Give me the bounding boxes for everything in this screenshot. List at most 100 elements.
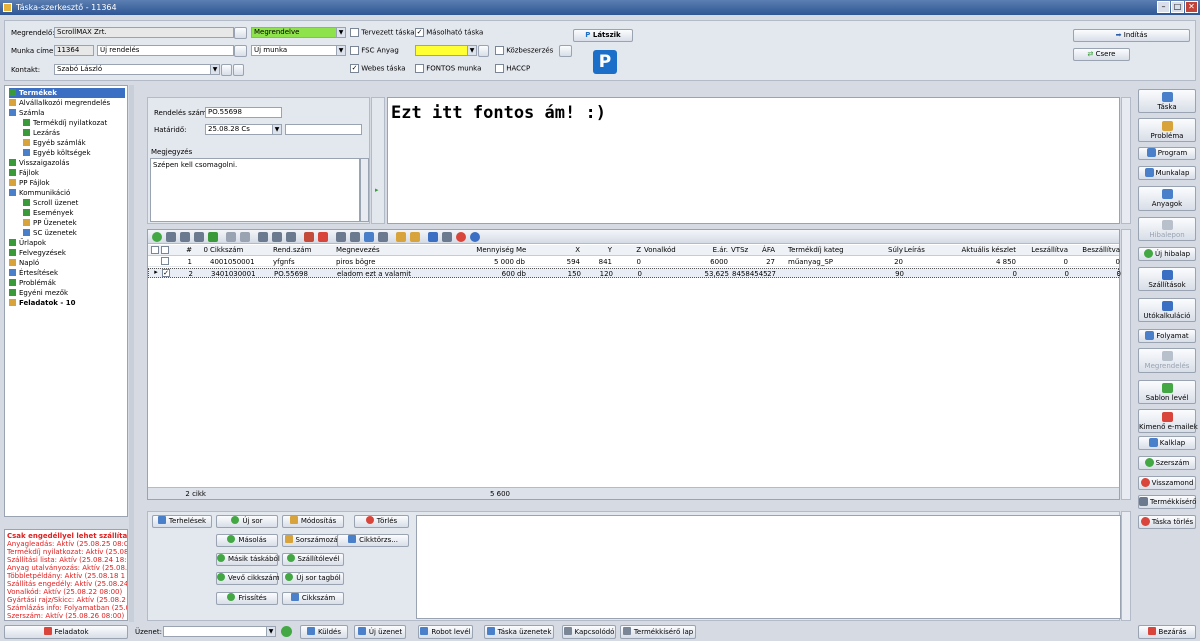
close-button[interactable]: ✕ xyxy=(1185,1,1198,13)
uj-hibalap-button[interactable]: Új hibalap xyxy=(1138,247,1196,261)
undo-icon[interactable] xyxy=(428,232,438,242)
maximize-button[interactable]: □ xyxy=(1171,1,1184,13)
tree-item-alvallalkozoi-megrendeles[interactable]: Alvállalkozói megrendelés xyxy=(9,98,110,108)
grid-scrollbar[interactable] xyxy=(1121,229,1131,500)
row-checkbox[interactable] xyxy=(161,257,169,265)
uj-uzenet-button[interactable]: Új üzenet xyxy=(354,625,406,639)
frissites-button[interactable]: Frissítés xyxy=(216,592,278,605)
tree-item-ertesitesek[interactable]: Értesítések xyxy=(9,268,58,278)
taska-torles-button[interactable]: Táska törlés xyxy=(1138,515,1196,529)
szallitasok-button[interactable]: Szállítások xyxy=(1138,267,1196,291)
fsc-add-icon[interactable] xyxy=(478,45,489,57)
add-contact-icon[interactable] xyxy=(221,64,232,76)
megrendeles-button[interactable]: Megrendelés xyxy=(1138,348,1196,373)
row-checkbox[interactable]: ✓ xyxy=(162,269,170,277)
kimeno-e-mailek-button[interactable]: Kimenő e-mailek xyxy=(1138,409,1198,433)
edit-contact-icon[interactable] xyxy=(233,64,244,76)
add-message-icon[interactable] xyxy=(281,626,292,637)
vertical-splitter[interactable] xyxy=(129,85,134,622)
szerszam-button[interactable]: Szerszám xyxy=(1138,456,1196,470)
add-row-icon[interactable] xyxy=(152,232,162,242)
column-header[interactable]: Leírás xyxy=(904,245,925,255)
filter-icon[interactable] xyxy=(336,232,346,242)
grid-icon[interactable] xyxy=(258,232,268,242)
termekkisero-button[interactable]: Termékkísérő xyxy=(1138,495,1196,509)
column-header[interactable]: Beszállítva xyxy=(1070,245,1120,255)
tree-item-problemak[interactable]: Problémák xyxy=(9,278,56,288)
open-icon[interactable] xyxy=(410,232,420,242)
tervezett-taska-checkbox[interactable]: Tervezett táska xyxy=(350,28,415,37)
tree-item-termekek[interactable]: Termékek xyxy=(9,88,125,98)
column-header[interactable]: VTSz xyxy=(731,245,748,255)
megjegyzes-scrollbar[interactable] xyxy=(360,158,369,222)
column-header[interactable]: Aktuális készlet xyxy=(938,245,1016,255)
tree-item-fajlok[interactable]: Fájlok xyxy=(9,168,39,178)
robot-level-button[interactable]: Robot levél xyxy=(418,625,473,639)
search-icon[interactable] xyxy=(166,232,176,242)
zoom-icon[interactable] xyxy=(180,232,190,242)
tree-item-felvegyzesek[interactable]: Felvegyzések xyxy=(9,248,66,258)
webes-taska-checkbox[interactable]: ✓ Webes táska xyxy=(350,64,406,73)
details-scrollbar[interactable] xyxy=(1121,511,1131,621)
column-header[interactable]: # xyxy=(172,245,192,255)
tree-item-kommunikacio[interactable]: Kommunikáció xyxy=(9,188,70,198)
munka-tipus-select[interactable]: Új munka ▼ xyxy=(251,45,346,56)
details-textarea[interactable] xyxy=(416,515,1121,619)
sablon-level-button[interactable]: Sablon levél xyxy=(1138,380,1196,404)
uj-sor-button[interactable]: Új sor xyxy=(216,515,278,528)
tree-item-esemenyek[interactable]: Események xyxy=(23,208,73,218)
fontos-munka-checkbox[interactable]: FONTOS munka xyxy=(415,64,481,73)
column-header[interactable]: Termékdíj kateg xyxy=(788,245,844,255)
inditas-button[interactable]: ➡ Indítás xyxy=(1073,29,1190,42)
masik-taskabol-button[interactable]: Másik táskából xyxy=(216,553,280,566)
torles-button[interactable]: Törlés xyxy=(354,515,409,528)
columns-icon[interactable] xyxy=(272,232,282,242)
rendeles-szam-input[interactable]: PO.55698 xyxy=(205,107,282,118)
csere-button[interactable]: ⇄ Csere xyxy=(1073,48,1130,61)
tree-item-feladatok-10[interactable]: Feladatok - 10 xyxy=(9,298,75,308)
kalklap-button[interactable]: Kalklap xyxy=(1138,436,1196,450)
tree-item-egyeb-szamlak[interactable]: Egyéb számlák xyxy=(23,138,86,148)
modositas-button[interactable]: Módosítás xyxy=(282,515,344,528)
export-icon[interactable] xyxy=(208,232,218,242)
fsc-select[interactable]: ▼ xyxy=(415,45,477,56)
column-header[interactable]: Vonalkód xyxy=(644,245,676,255)
utokalkulacio-button[interactable]: Utókalkuláció xyxy=(1138,298,1196,322)
hatarido-datepicker[interactable]: 25.08.28 Cs ▼ xyxy=(205,124,282,135)
sorszamozas-button[interactable]: Sorszámozás xyxy=(282,534,344,547)
help-icon[interactable] xyxy=(470,232,480,242)
column-header[interactable]: Leszállítva xyxy=(1018,245,1068,255)
kuldes-button[interactable]: Küldés xyxy=(300,625,348,639)
haccp-checkbox[interactable]: HACCP xyxy=(495,64,530,73)
tree-item-egyeni-mezok[interactable]: Egyéni mezők xyxy=(9,288,68,298)
megjegyzes-textarea[interactable]: Szépen kell csomagolni. xyxy=(150,158,360,222)
settings-icon[interactable] xyxy=(559,45,572,57)
cikkszam-button[interactable]: Cikkszám xyxy=(282,592,344,605)
stop-icon[interactable] xyxy=(456,232,466,242)
latszik-button[interactable]: P Látszik xyxy=(573,29,633,42)
bezaras-button[interactable]: Bezárás xyxy=(1138,625,1196,639)
fsc-anyag-checkbox[interactable]: FSC Anyag xyxy=(350,46,399,55)
tree-item-sc-uzenetek[interactable]: SC üzenetek xyxy=(23,228,77,238)
status-select[interactable]: Megrendelve ▼ xyxy=(251,27,346,38)
cikktorzs-button[interactable]: Cikktörzs... xyxy=(337,534,409,547)
munka-cime-field[interactable]: Új rendelés xyxy=(97,45,234,56)
tree-item-pp-fajlok[interactable]: PP Fájlok xyxy=(9,178,50,188)
hibalepon-button[interactable]: Hibalepon xyxy=(1138,217,1196,241)
tree-item-pp-uzenetek[interactable]: PP Üzenetek xyxy=(23,218,77,228)
select-all-checkbox[interactable] xyxy=(161,246,169,254)
vevo-cikkszam-button[interactable]: Vevő cikkszám xyxy=(216,572,280,585)
kapcsolodo-button[interactable]: Kapcsolódó xyxy=(562,625,616,639)
column-header[interactable]: ÁFA xyxy=(761,245,775,255)
sort-up-icon[interactable] xyxy=(240,232,250,242)
customer-lookup-icon[interactable] xyxy=(234,27,247,39)
munkalap-button[interactable]: Munkalap xyxy=(1138,166,1196,180)
important-note-textarea[interactable]: Ezt itt fontos ám! :) xyxy=(387,97,1120,224)
anyagok-button[interactable]: Anyagok xyxy=(1138,186,1196,211)
column-header[interactable]: Y xyxy=(582,245,612,255)
column-header[interactable]: Cikkszám xyxy=(210,245,243,255)
masolhato-taska-checkbox[interactable]: ✓ Másolható táska xyxy=(415,28,483,37)
folyamat-button[interactable]: Folyamat xyxy=(1138,329,1196,343)
tree-item-urlapok[interactable]: Űrlapok xyxy=(9,238,46,248)
column-header[interactable]: Me xyxy=(516,245,526,255)
